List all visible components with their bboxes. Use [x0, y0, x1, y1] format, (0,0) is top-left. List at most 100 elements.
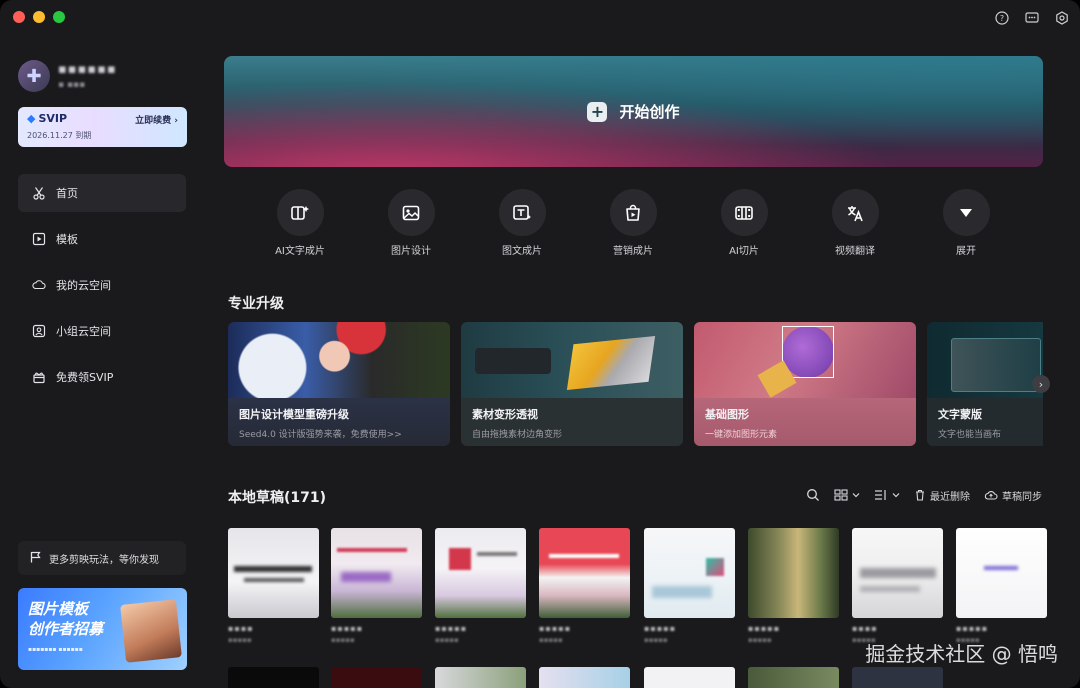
quick-action-text-image-video[interactable]: 图文成片 [482, 189, 562, 257]
minimize-window-button[interactable] [33, 11, 45, 23]
pro-card-title: 图片设计模型重磅升级 [239, 408, 349, 421]
scissors-icon [32, 186, 46, 200]
quick-action-ai-slice[interactable]: AI切片 [704, 189, 784, 257]
search-button[interactable] [806, 488, 820, 502]
pro-card-title: 文字蒙版 [938, 408, 982, 421]
discover-more-link[interactable]: 更多剪映玩法，等你发现 [18, 541, 186, 575]
pro-card-basic-shapes[interactable]: 基础图形 一键添加图形元素 [694, 322, 916, 446]
drafts-title: 本地草稿(171) [228, 490, 327, 506]
image-design-icon [387, 189, 435, 236]
sort-dropdown[interactable] [874, 489, 900, 501]
help-icon[interactable]: ? [994, 10, 1010, 26]
svip-card[interactable]: ◆ SVIP 立即续费 › 2026.11.27 到期 [18, 107, 187, 147]
hero-label: 开始创作 [619, 103, 680, 121]
pro-card-text-mask[interactable]: 文字蒙版 文字也能当画布 [927, 322, 1043, 446]
draft-card[interactable]: ▪▪▪▪▪ ▪▪▪▪▪ [331, 528, 422, 644]
watermark: 掘金技术社区 @ 悟鸣 [865, 642, 1058, 666]
cloud-icon [32, 278, 46, 292]
sort-icon [875, 490, 886, 500]
start-creating-button[interactable]: + 开始创作 [224, 56, 1043, 167]
promo-art-portrait [120, 599, 182, 663]
pro-card-footer: 文字蒙版 文字也能当画布 [927, 398, 1043, 446]
pro-card-image-design[interactable]: 图片设计模型重磅升级 Seed4.0 设计版强势来袭，免费使用>> [228, 322, 450, 446]
quick-action-label: 展开 [956, 246, 976, 257]
svip-expire-date: 2026.11.27 到期 [27, 131, 92, 140]
mini-toolbar [475, 348, 551, 374]
draft-name: ▪▪▪▪▪ [539, 624, 572, 633]
diamond-icon: ◆ [27, 112, 36, 125]
quick-action-label: AI切片 [729, 246, 759, 257]
draft-thumbnail[interactable] [435, 667, 526, 688]
sidebar-item-home[interactable]: 首页 [18, 174, 186, 212]
sidebar-item-templates[interactable]: 模板 [18, 220, 186, 258]
sidebar-item-label: 首页 [56, 187, 78, 200]
settings-icon[interactable] [1054, 10, 1070, 26]
svg-text:?: ? [1000, 14, 1004, 23]
draft-card[interactable]: ▪▪▪▪ ▪▪▪▪▪ [228, 528, 319, 644]
quick-action-image-design[interactable]: 图片设计 [371, 189, 451, 257]
promo-title-line2: 创作者招募 [28, 620, 104, 638]
draft-name: ▪▪▪▪▪ [435, 624, 468, 633]
text-image-video-icon [498, 189, 546, 236]
draft-card[interactable]: ▪▪▪▪▪ ▪▪▪▪▪ [956, 528, 1047, 644]
pro-card-title: 基础图形 [705, 408, 749, 421]
pro-card-subtitle: Seed4.0 设计版强势来袭，免费使用>> [239, 430, 402, 440]
pro-card-footer: 素材变形透视 自由拖拽素材边角变形 [461, 398, 683, 446]
recent-delete-label: 最近删除 [930, 491, 970, 503]
sidebar-item-label: 小组云空间 [56, 325, 111, 338]
flag-icon [30, 551, 41, 566]
app-window: ? ✚ ▪▪▪▪▪▪ ▪ ▪▪▪ ◆ SVIP 立即续费 › 2026.11.27… [0, 0, 1080, 688]
promo-subtitle: ▪▪▪▪▪▪▪ ▪▪▪▪▪▪ [28, 646, 83, 653]
draft-thumbnail [435, 528, 526, 618]
perspective-image [566, 335, 656, 391]
draft-meta: ▪▪▪▪▪ [331, 636, 355, 644]
draft-card[interactable]: ▪▪▪▪▪ ▪▪▪▪▪ [539, 528, 630, 644]
quick-action-ai-text-video[interactable]: AI文字成片 [260, 189, 340, 257]
draft-thumbnail[interactable] [852, 667, 943, 688]
titlebar-actions: ? [994, 10, 1070, 26]
feedback-icon[interactable] [1024, 10, 1040, 26]
creator-recruit-banner[interactable]: 图片模板 创作者招募 ▪▪▪▪▪▪▪ ▪▪▪▪▪▪ [18, 588, 187, 670]
user-profile[interactable]: ✚ ▪▪▪▪▪▪ ▪ ▪▪▪ [18, 58, 198, 98]
draft-card[interactable]: ▪▪▪▪▪ ▪▪▪▪▪ [748, 528, 839, 644]
pro-card-title: 素材变形透视 [472, 408, 538, 421]
translate-icon [831, 189, 879, 236]
draft-thumbnail[interactable] [539, 667, 630, 688]
maximize-window-button[interactable] [53, 11, 65, 23]
marketing-bag-icon [609, 189, 657, 236]
view-mode-dropdown[interactable] [834, 489, 860, 501]
recent-delete-button[interactable]: 最近删除 [914, 488, 970, 503]
draft-thumbnail[interactable] [331, 667, 422, 688]
draft-sync-button[interactable]: 草稿同步 [984, 488, 1042, 503]
quick-action-label: AI文字成片 [275, 246, 325, 257]
draft-thumbnail[interactable] [644, 667, 735, 688]
sidebar-item-my-cloud[interactable]: 我的云空间 [18, 266, 186, 304]
sidebar-item-group-cloud[interactable]: 小组云空间 [18, 312, 186, 350]
draft-card[interactable]: ▪▪▪▪ ▪▪▪▪▪ [852, 528, 943, 644]
carousel-next-button[interactable]: › [1032, 375, 1050, 393]
draft-thumbnail [644, 528, 735, 618]
quick-action-label: 营销成片 [613, 246, 653, 257]
pro-cards-carousel: 图片设计模型重磅升级 Seed4.0 设计版强势来袭，免费使用>> 素材变形透视… [228, 322, 1043, 446]
pro-card-image [228, 322, 450, 398]
search-icon [807, 489, 819, 501]
draft-card[interactable]: ▪▪▪▪▪ ▪▪▪▪▪ [435, 528, 526, 644]
drafts-toolbar: 最近删除 草稿同步 [806, 486, 1042, 504]
chevron-right-icon: › [1038, 377, 1044, 391]
quick-action-marketing-video[interactable]: 营销成片 [593, 189, 673, 257]
avatar[interactable]: ✚ [18, 60, 50, 92]
renew-link[interactable]: 立即续费 › [135, 113, 178, 126]
pro-card-material-perspective[interactable]: 素材变形透视 自由拖拽素材边角变形 [461, 322, 683, 446]
draft-thumbnail[interactable] [748, 667, 839, 688]
draft-card[interactable]: ▪▪▪▪▪ ▪▪▪▪▪ [644, 528, 735, 644]
section-title-pro: 专业升级 [228, 296, 284, 312]
hero-content: + 开始创作 [224, 56, 1043, 167]
pro-card-image [927, 322, 1043, 398]
trash-icon [916, 489, 924, 501]
close-window-button[interactable] [13, 11, 25, 23]
draft-thumbnail[interactable] [228, 667, 319, 688]
sidebar: ✚ ▪▪▪▪▪▪ ▪ ▪▪▪ ◆ SVIP 立即续费 › 2026.11.27 到… [0, 36, 204, 688]
sidebar-item-free-svip[interactable]: 免费领SVIP [18, 358, 186, 396]
quick-action-expand[interactable]: 展开 [926, 189, 1006, 257]
quick-action-video-translate[interactable]: 视频翻译 [815, 189, 895, 257]
